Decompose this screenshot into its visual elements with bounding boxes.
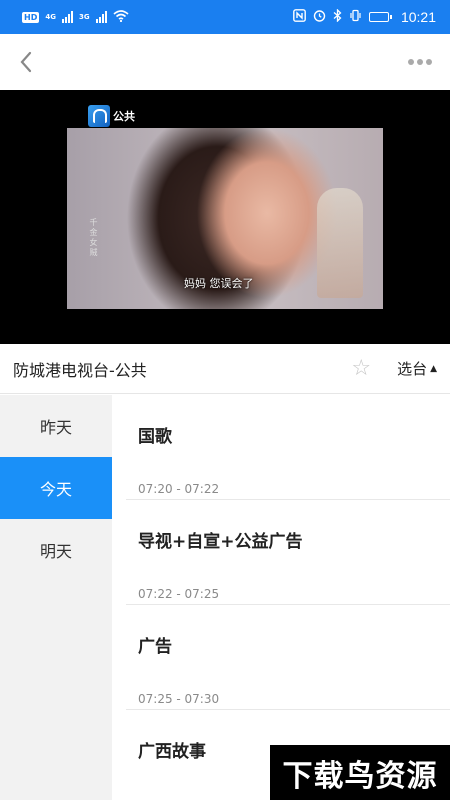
background-lamp	[317, 188, 363, 298]
channel-logo: 公共	[88, 105, 135, 127]
program-title: 广告	[138, 637, 172, 657]
back-button[interactable]	[14, 47, 38, 77]
video-player[interactable]: 千金女贼 10 妈妈 您误会了 公共	[0, 90, 450, 344]
channel-bar: 防城港电视台-公共 ☆ 选台 ▲	[0, 344, 450, 394]
network-type-2: 3G	[78, 13, 90, 21]
video-frame: 千金女贼 10 妈妈 您误会了	[67, 128, 383, 309]
bluetooth-icon	[333, 8, 342, 25]
favorite-star-icon[interactable]: ☆	[351, 357, 371, 380]
wifi-icon	[113, 9, 129, 25]
nav-bar	[0, 34, 450, 90]
channel-logo-text: 公共	[113, 110, 135, 123]
alarm-icon	[313, 9, 326, 25]
program-item[interactable]: 国歌 07:20 - 07:22	[126, 395, 450, 500]
show-title-vertical: 千金女贼	[89, 218, 98, 257]
chevron-left-icon	[20, 51, 32, 73]
day-tab-yesterday[interactable]: 昨天	[0, 395, 112, 457]
signal-icon	[61, 11, 73, 23]
more-dot-icon	[417, 59, 423, 65]
program-title: 导视+自宣+公益广告	[138, 532, 303, 552]
day-selector: 昨天 今天 明天	[0, 395, 112, 800]
watermark: 下载鸟资源	[270, 745, 450, 800]
channel-name: 防城港电视台-公共	[13, 360, 147, 380]
caret-up-icon: ▲	[430, 363, 437, 374]
signal-icon-2	[95, 11, 107, 23]
program-time: 07:20 - 07:22	[138, 482, 220, 496]
day-tab-today[interactable]: 今天	[0, 457, 112, 519]
more-options-button[interactable]	[404, 47, 436, 77]
status-left: HD 4G 3G	[22, 9, 129, 25]
network-type-1: 4G	[45, 13, 56, 21]
video-subtitle: 妈妈 您误会了	[184, 277, 254, 290]
program-item[interactable]: 广告 07:25 - 07:30	[126, 605, 450, 710]
more-dot-icon	[426, 59, 432, 65]
hd-badge: HD	[22, 11, 40, 23]
select-channel-label: 选台	[397, 360, 428, 378]
status-right: 10:21	[293, 8, 436, 25]
status-time: 10:21	[400, 9, 436, 25]
channel-logo-icon	[88, 105, 110, 127]
day-tab-label: 今天	[39, 480, 72, 499]
more-dot-icon	[408, 59, 414, 65]
battery-icon	[368, 12, 392, 22]
program-title: 广西故事	[138, 742, 206, 762]
nfc-icon	[293, 9, 306, 25]
program-item[interactable]: 导视+自宣+公益广告 07:22 - 07:25	[126, 500, 450, 605]
program-list: 国歌 07:20 - 07:22 导视+自宣+公益广告 07:22 - 07:2…	[112, 395, 450, 800]
program-time: 07:22 - 07:25	[138, 587, 220, 601]
status-bar: HD 4G 3G 10:21	[0, 0, 450, 34]
vibrate-icon	[349, 9, 362, 25]
select-channel-button[interactable]: 选台 ▲	[397, 358, 437, 379]
day-tab-label: 明天	[39, 542, 72, 561]
program-time: 07:25 - 07:30	[138, 692, 220, 706]
day-tab-tomorrow[interactable]: 明天	[0, 519, 112, 581]
program-title: 国歌	[138, 427, 172, 447]
day-tab-label: 昨天	[39, 418, 72, 437]
